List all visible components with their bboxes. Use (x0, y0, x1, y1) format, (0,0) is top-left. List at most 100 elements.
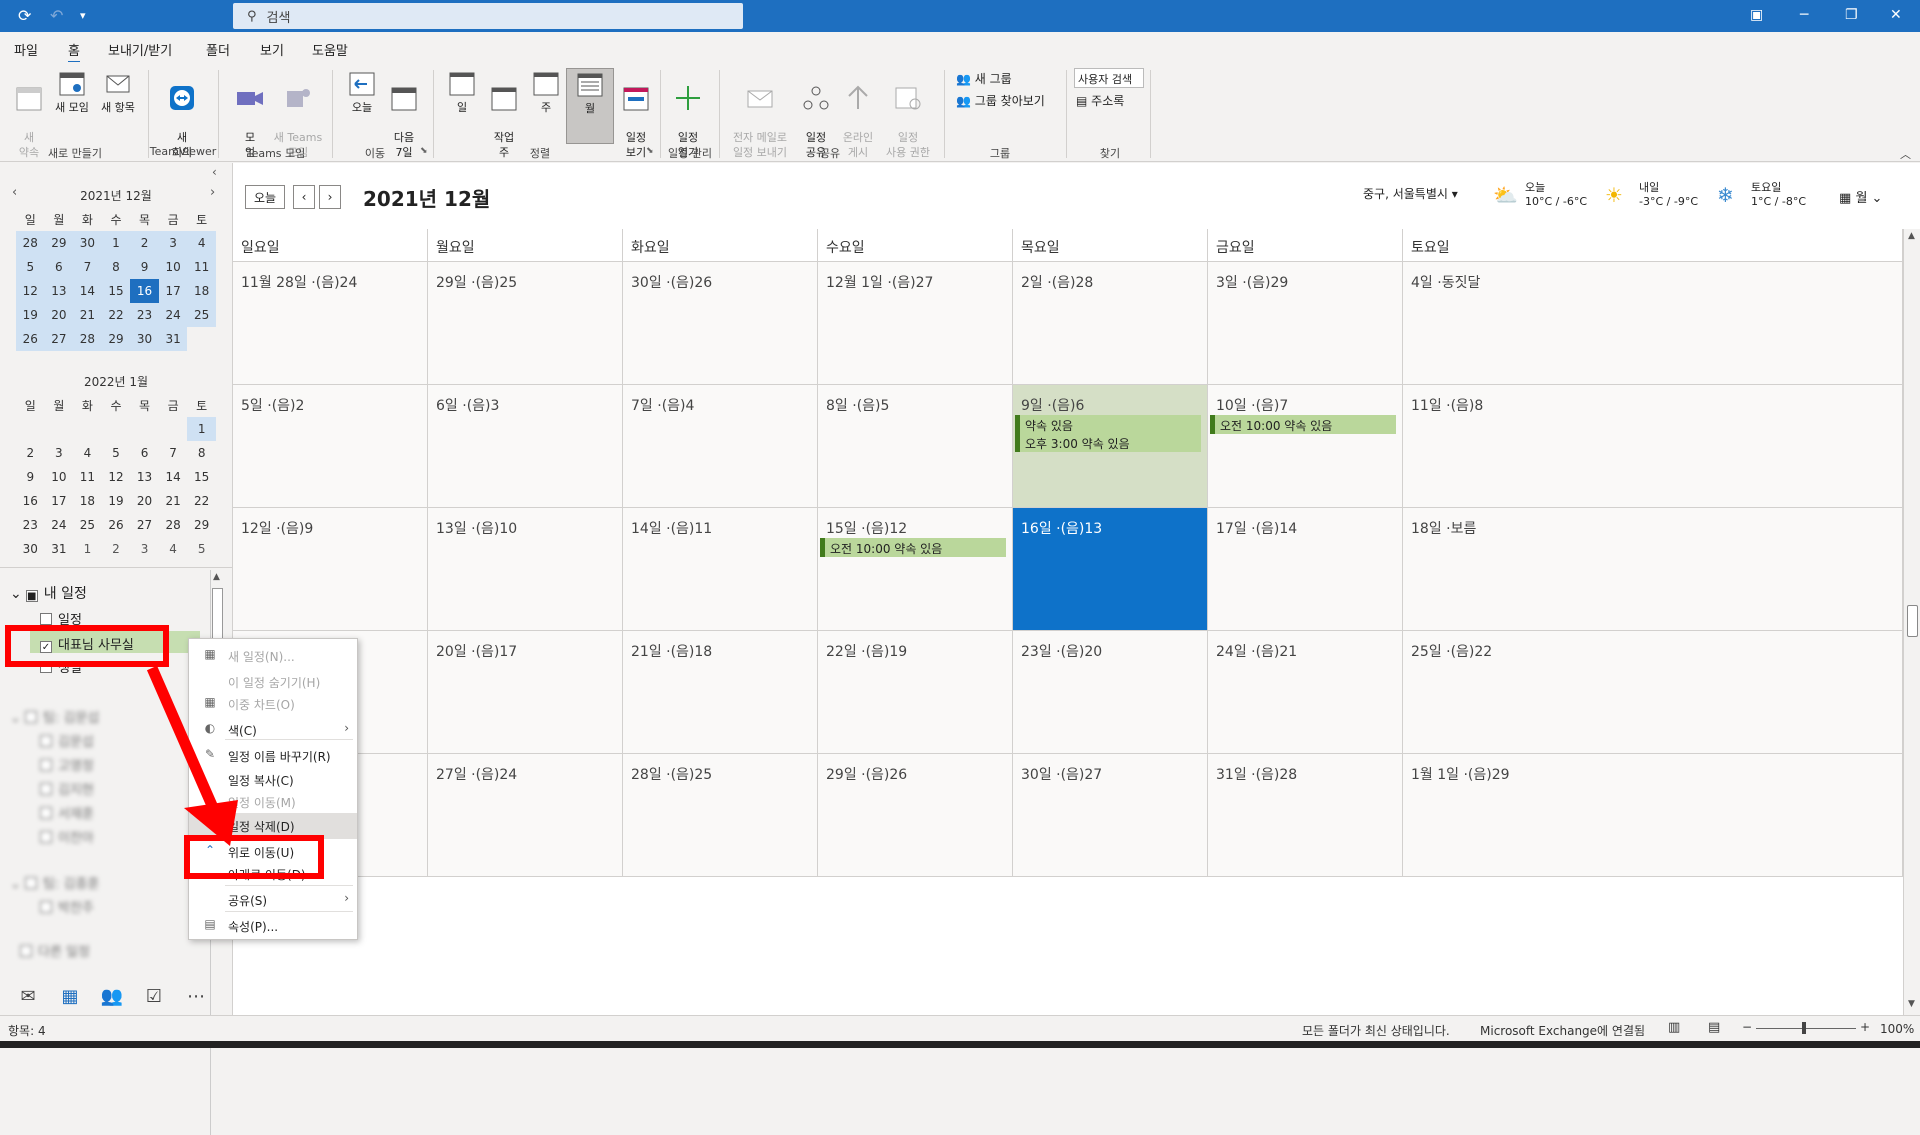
mini-calendar-day[interactable]: 11 (73, 465, 102, 489)
restore-icon[interactable]: ❐ (1845, 7, 1858, 23)
context-menu-item[interactable]: ▤ 속성(P)... (189, 913, 357, 939)
day-cell[interactable]: 27일 ·(음)24 (428, 754, 623, 877)
checkbox[interactable] (25, 877, 38, 889)
group-other-calendars[interactable]: 다른 일정 (20, 941, 90, 960)
mini-calendar-day[interactable]: 19 (102, 489, 131, 513)
day-cell[interactable]: 14일 ·(음)11 (623, 508, 818, 631)
scrollbar-thumb[interactable] (1907, 605, 1918, 637)
day-cell[interactable]: 24일 ·(음)21 (1208, 631, 1403, 754)
mini-calendar-day[interactable]: 11 (187, 255, 216, 279)
mini-calendar-day[interactable]: 3 (45, 441, 74, 465)
appointment[interactable]: 오전 10:00 약속 있음 (820, 538, 1006, 557)
folder-item[interactable]: 박찬주 (40, 897, 94, 916)
calendar-scrollbar[interactable]: ▲ ▼ (1903, 229, 1920, 1015)
mini-calendar-day[interactable]: 24 (45, 513, 74, 537)
mini-calendar-day[interactable]: 30 (16, 537, 45, 561)
tab-send-receive[interactable]: 보내기/받기 (108, 40, 172, 59)
weather-today[interactable]: 오늘 10°C / -6°C (1525, 181, 1587, 209)
mini-calendar-day[interactable]: 2 (102, 537, 131, 561)
mini-calendar-day[interactable]: 3 (158, 231, 188, 255)
day-cell[interactable]: 13일 ·(음)10 (428, 508, 623, 631)
mini-calendar-day[interactable]: 21 (159, 489, 188, 513)
mini-calendar-day[interactable]: 25 (73, 513, 102, 537)
address-book-button[interactable]: ▤ 주소록 (1076, 92, 1124, 109)
mini-calendar-day[interactable]: 12 (16, 279, 45, 303)
dialog-launcher-icon[interactable]: ⬊ (420, 146, 428, 156)
day-cell[interactable]: 11일 ·(음)8 (1403, 385, 1903, 508)
mini-calendar-day[interactable]: 1 (73, 537, 102, 561)
checkbox[interactable] (40, 759, 52, 771)
group-team-kim2[interactable]: ⌄ 팀: 김종훈 (10, 873, 99, 892)
scroll-down-icon[interactable]: ▼ (1908, 999, 1915, 1009)
checkbox[interactable] (40, 613, 52, 625)
day-cell[interactable]: 30일 ·(음)26 (623, 262, 818, 385)
tab-file[interactable]: 파일 (14, 40, 38, 59)
mini-calendar-day[interactable]: 29 (44, 231, 74, 255)
mini-calendar-day[interactable]: 4 (73, 441, 102, 465)
next-month-button[interactable]: › (319, 185, 341, 209)
day-cell[interactable]: 22일 ·(음)19 (818, 631, 1013, 754)
customize-icon[interactable]: ▾ (80, 9, 86, 22)
day-cell[interactable]: 30일 ·(음)27 (1013, 754, 1208, 877)
day-cell[interactable]: 12일 ·(음)9 (233, 508, 428, 631)
mini-calendar-day[interactable]: 2 (130, 231, 159, 255)
new-meeting-button[interactable]: 새 모임 (48, 68, 96, 115)
mini-calendar-day[interactable]: 1 (187, 417, 216, 441)
mini-calendar-day[interactable]: 4 (159, 537, 188, 561)
day-cell[interactable]: 29일 ·(음)25 (428, 262, 623, 385)
folder-item[interactable]: 이찬아 (40, 827, 94, 846)
search-people-input[interactable]: 사용자 검색 (1074, 68, 1144, 88)
zoom-in-icon[interactable]: + (1860, 1020, 1870, 1034)
day-view-button[interactable]: 일 (438, 68, 486, 115)
mini-calendar-day[interactable]: 15 (187, 465, 216, 489)
collapse-pane-icon[interactable]: ‹ (212, 165, 217, 179)
collapse-ribbon-icon[interactable]: ︿ (1900, 146, 1911, 162)
context-menu-item[interactable]: ⌄ 아래로 이동(D) (189, 861, 357, 887)
context-menu-item[interactable]: 일정 이동(M) (189, 789, 357, 815)
weather-location-button[interactable]: 중구, 서울특별시 ▾ (1363, 187, 1458, 201)
mini-calendar-day[interactable]: 7 (73, 255, 102, 279)
zoom-out-icon[interactable]: − (1742, 1020, 1752, 1034)
folder-item[interactable]: 김지현 (40, 779, 94, 798)
weather-saturday[interactable]: 토요일 1°C / -8°C (1751, 181, 1806, 209)
day-cell[interactable]: 29일 ·(음)26 (818, 754, 1013, 877)
mail-icon[interactable]: ✉ (14, 986, 42, 1007)
checkbox[interactable] (40, 661, 52, 673)
day-cell[interactable]: 5일 ·(음)2 (233, 385, 428, 508)
folder-item[interactable]: 고영정 (40, 755, 94, 774)
undo-icon[interactable]: ↶ (50, 6, 63, 25)
context-menu-item[interactable]: ▦ 새 일정(N)... (189, 643, 357, 669)
mini-calendar-day[interactable]: 15 (101, 279, 131, 303)
day-cell[interactable]: 1월 1일 ·(음)29 (1403, 754, 1903, 877)
mini-calendar-day[interactable]: 7 (159, 441, 188, 465)
day-cell[interactable]: 21일 ·(음)18 (623, 631, 818, 754)
mini-calendar-day[interactable]: 16 (16, 489, 45, 513)
folder-item-calendar[interactable]: 일정 (40, 609, 82, 628)
day-cell[interactable]: 18일 ·보름 (1403, 508, 1903, 631)
mini-calendar-day[interactable]: 30 (130, 327, 159, 351)
mini-calendar-day[interactable]: 29 (101, 327, 131, 351)
mini-calendar-day[interactable]: 5 (16, 255, 45, 279)
day-cell[interactable]: 31일 ·(음)28 (1208, 754, 1403, 877)
checkbox[interactable] (40, 901, 52, 913)
mini-calendar-day[interactable]: 18 (187, 279, 216, 303)
appointment[interactable]: 오후 3:00 약속 있음 (1015, 433, 1201, 452)
normal-view-icon[interactable]: ▥ (1668, 1020, 1680, 1035)
mini-calendar-day[interactable]: 17 (158, 279, 188, 303)
new-group-button[interactable]: 👥 새 그룹 (956, 70, 1012, 87)
mini-calendar-day[interactable]: 22 (101, 303, 131, 327)
mini-calendar-day[interactable]: 14 (73, 279, 102, 303)
mini-calendar-day[interactable]: 23 (16, 513, 45, 537)
day-cell[interactable]: 16일 ·(음)13 (1013, 508, 1208, 631)
day-cell[interactable]: 3일 ·(음)29 (1208, 262, 1403, 385)
mini-calendar-day[interactable]: 9 (16, 465, 45, 489)
mini-calendar-day[interactable]: 28 (73, 327, 102, 351)
people-icon[interactable]: 👥 (98, 986, 126, 1007)
ribbon-display-icon[interactable]: ▣ (1750, 7, 1763, 23)
mini-calendar-day[interactable]: 4 (187, 231, 216, 255)
folder-item[interactable]: 서재훈 (40, 803, 94, 822)
mini-calendar-day[interactable]: 13 (130, 465, 159, 489)
mini-calendar-day[interactable]: 10 (45, 465, 74, 489)
checkbox[interactable] (40, 783, 52, 795)
day-cell[interactable]: 20일 ·(음)17 (428, 631, 623, 754)
